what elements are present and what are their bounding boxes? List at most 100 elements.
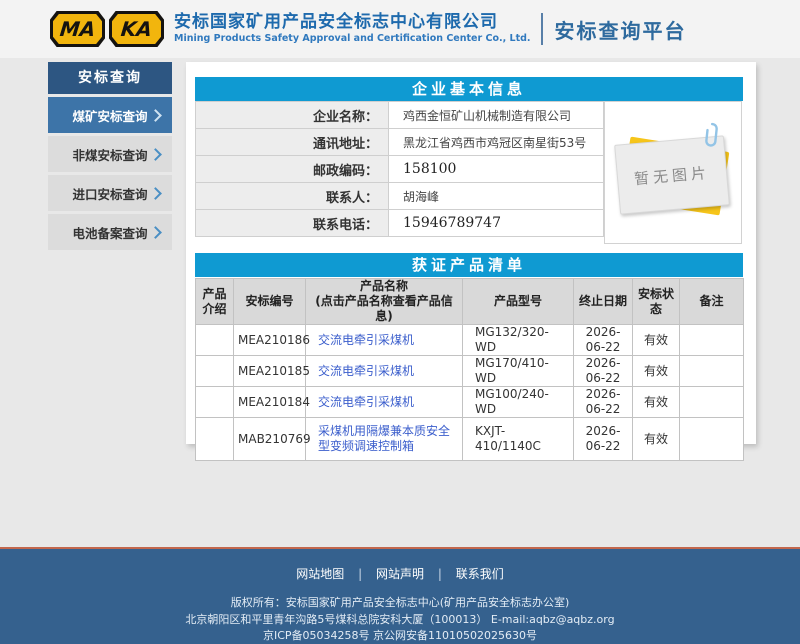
sidebar-item-non-coal-query[interactable]: 非煤安标查询 — [48, 136, 172, 172]
col-cert-no: 安标编号 — [234, 279, 306, 325]
model-cell: MG100/240-WD — [463, 387, 574, 418]
chevron-right-icon — [149, 109, 162, 122]
footer-links: 网站地图 | 网站声明 | 联系我们 — [0, 565, 800, 582]
ka-badge-icon: KA — [109, 11, 164, 47]
product-list-table: 产品介绍 安标编号 产品名称 (点击产品名称查看产品信息) 产品型号 终止日期 … — [195, 278, 744, 461]
contact-person-value: 胡海峰 — [389, 183, 604, 210]
cert-no-cell: MEA210184 — [234, 387, 306, 418]
expiry-cell: 2026-06-22 — [574, 418, 633, 461]
remark-cell — [680, 325, 744, 356]
product-image-placeholder: 暂无图片 — [604, 101, 742, 244]
product-name-link[interactable]: 交流电牵引采煤机 — [318, 395, 414, 409]
sidebar-item-label: 非煤安标查询 — [72, 145, 147, 164]
sidebar-item-battery-record-query[interactable]: 电池备案查询 — [48, 214, 172, 250]
postcode-label: 邮政编码： — [196, 156, 389, 183]
sidebar-item-label: 进口安标查询 — [72, 184, 147, 203]
footer-copyright-block: 版权所有：安标国家矿用产品安全标志中心(矿用产品安全标志办公室) 北京朝阳区和平… — [0, 595, 800, 644]
col-remark: 备注 — [680, 279, 744, 325]
table-header-row: 产品介绍 安标编号 产品名称 (点击产品名称查看产品信息) 产品型号 终止日期 … — [196, 279, 744, 325]
no-image-graphic: 暂无图片 — [613, 132, 733, 224]
paperclip-icon — [702, 121, 721, 149]
sidebar-item-coal-mine-query[interactable]: 煤矿安标查询 — [48, 97, 172, 133]
status-cell: 有效 — [633, 356, 680, 387]
postcode-value: 158100 — [389, 156, 604, 183]
chevron-right-icon — [149, 148, 162, 161]
chevron-right-icon — [149, 226, 162, 239]
remark-cell — [680, 418, 744, 461]
expiry-cell: 2026-06-22 — [574, 387, 633, 418]
col-status: 安标状态 — [633, 279, 680, 325]
org-name-en: Mining Products Safety Approval and Cert… — [174, 34, 531, 45]
footer-link-contact[interactable]: 联系我们 — [456, 567, 504, 581]
phone-label: 联系电话： — [196, 210, 389, 237]
product-intro-cell — [196, 325, 234, 356]
product-name-link[interactable]: 采煤机用隔爆兼本质安全型变频调速控制箱 — [318, 424, 450, 453]
table-row: MEA210185 交流电牵引采煤机 MG170/410-WD 2026-06-… — [196, 356, 744, 387]
company-info-section-title: 企业基本信息 — [195, 77, 743, 101]
expiry-cell: 2026-06-22 — [574, 356, 633, 387]
sidebar-title: 安标查询 — [48, 62, 172, 94]
ka-badge-face: KA — [112, 14, 161, 44]
site-footer: 网站地图 | 网站声明 | 联系我们 版权所有：安标国家矿用产品安全标志中心(矿… — [0, 547, 800, 644]
col-expiry-date: 终止日期 — [574, 279, 633, 325]
col-model: 产品型号 — [463, 279, 574, 325]
remark-cell — [680, 387, 744, 418]
company-name-label: 企业名称： — [196, 102, 389, 129]
product-name-cell: 交流电牵引采煤机 — [306, 356, 463, 387]
product-list-section-title: 获证产品清单 — [195, 253, 743, 277]
sidebar-item-label: 电池备案查询 — [72, 223, 147, 242]
ma-badge-text: MA — [59, 17, 97, 41]
site-header: MA KA 安标国家矿用产品安全标志中心有限公司 Mining Products… — [0, 0, 800, 58]
remark-cell — [680, 356, 744, 387]
icp-line: 京ICP备05034258号 京公网安备11010502025630号 — [0, 628, 800, 644]
table-row: MEA210186 交流电牵引采煤机 MG132/320-WD 2026-06-… — [196, 325, 744, 356]
footer-link-separator: | — [438, 567, 442, 581]
status-cell: 有效 — [633, 418, 680, 461]
chevron-right-icon — [149, 187, 162, 200]
product-intro-cell — [196, 387, 234, 418]
content-panel: 企业基本信息 企业名称： 鸡西金恒矿山机械制造有限公司 通讯地址： 黑龙江省鸡西… — [186, 62, 756, 444]
model-cell: MG170/410-WD — [463, 356, 574, 387]
copyright-line: 版权所有：安标国家矿用产品安全标志中心(矿用产品安全标志办公室) — [0, 595, 800, 612]
ma-badge-icon: MA — [50, 11, 105, 47]
table-row: 邮政编码： 158100 — [196, 156, 604, 183]
col-product-name-line1: 产品名称 — [310, 279, 458, 294]
address-label: 通讯地址： — [196, 129, 389, 156]
table-row: 联系电话： 15946789747 — [196, 210, 604, 237]
header-divider — [541, 13, 543, 45]
address-line: 北京朝阳区和平里青年沟路5号煤科总院安科大厦（100013） E-mail:aq… — [0, 612, 800, 629]
model-cell: KXJT-410/1140C — [463, 418, 574, 461]
product-intro-cell — [196, 356, 234, 387]
product-intro-cell — [196, 418, 234, 461]
sidebar-item-import-query[interactable]: 进口安标查询 — [48, 175, 172, 211]
sidebar-item-label: 煤矿安标查询 — [72, 106, 147, 125]
expiry-cell: 2026-06-22 — [574, 325, 633, 356]
address-value: 黑龙江省鸡西市鸡冠区南星街53号 — [389, 129, 604, 156]
platform-title: 安标查询平台 — [555, 15, 687, 44]
ka-badge-text: KA — [120, 17, 154, 41]
table-row: MAB210769 采煤机用隔爆兼本质安全型变频调速控制箱 KXJT-410/1… — [196, 418, 744, 461]
footer-link-separator: | — [358, 567, 362, 581]
contact-person-label: 联系人： — [196, 183, 389, 210]
table-row: 联系人： 胡海峰 — [196, 183, 604, 210]
no-image-text: 暂无图片 — [633, 161, 711, 189]
footer-link-statement[interactable]: 网站声明 — [376, 567, 424, 581]
product-name-cell: 交流电牵引采煤机 — [306, 325, 463, 356]
col-product-name-line2: (点击产品名称查看产品信息) — [310, 294, 458, 324]
company-name-value: 鸡西金恒矿山机械制造有限公司 — [389, 102, 604, 129]
org-titles: 安标国家矿用产品安全标志中心有限公司 Mining Products Safet… — [174, 13, 531, 45]
maka-logo: MA KA — [50, 11, 164, 47]
table-row: 通讯地址： 黑龙江省鸡西市鸡冠区南星街53号 — [196, 129, 604, 156]
product-name-cell: 采煤机用隔爆兼本质安全型变频调速控制箱 — [306, 418, 463, 461]
org-name-cn: 安标国家矿用产品安全标志中心有限公司 — [174, 13, 531, 33]
product-name-link[interactable]: 交流电牵引采煤机 — [318, 364, 414, 378]
sidebar: 安标查询 煤矿安标查询 非煤安标查询 进口安标查询 电池备案查询 — [48, 62, 172, 250]
col-product-intro: 产品介绍 — [196, 279, 234, 325]
footer-link-sitemap[interactable]: 网站地图 — [296, 567, 344, 581]
table-row: 企业名称： 鸡西金恒矿山机械制造有限公司 — [196, 102, 604, 129]
product-name-cell: 交流电牵引采煤机 — [306, 387, 463, 418]
product-name-link[interactable]: 交流电牵引采煤机 — [318, 333, 414, 347]
page: MA KA 安标国家矿用产品安全标志中心有限公司 Mining Products… — [0, 0, 800, 644]
col-product-name: 产品名称 (点击产品名称查看产品信息) — [306, 279, 463, 325]
cert-no-cell: MEA210186 — [234, 325, 306, 356]
